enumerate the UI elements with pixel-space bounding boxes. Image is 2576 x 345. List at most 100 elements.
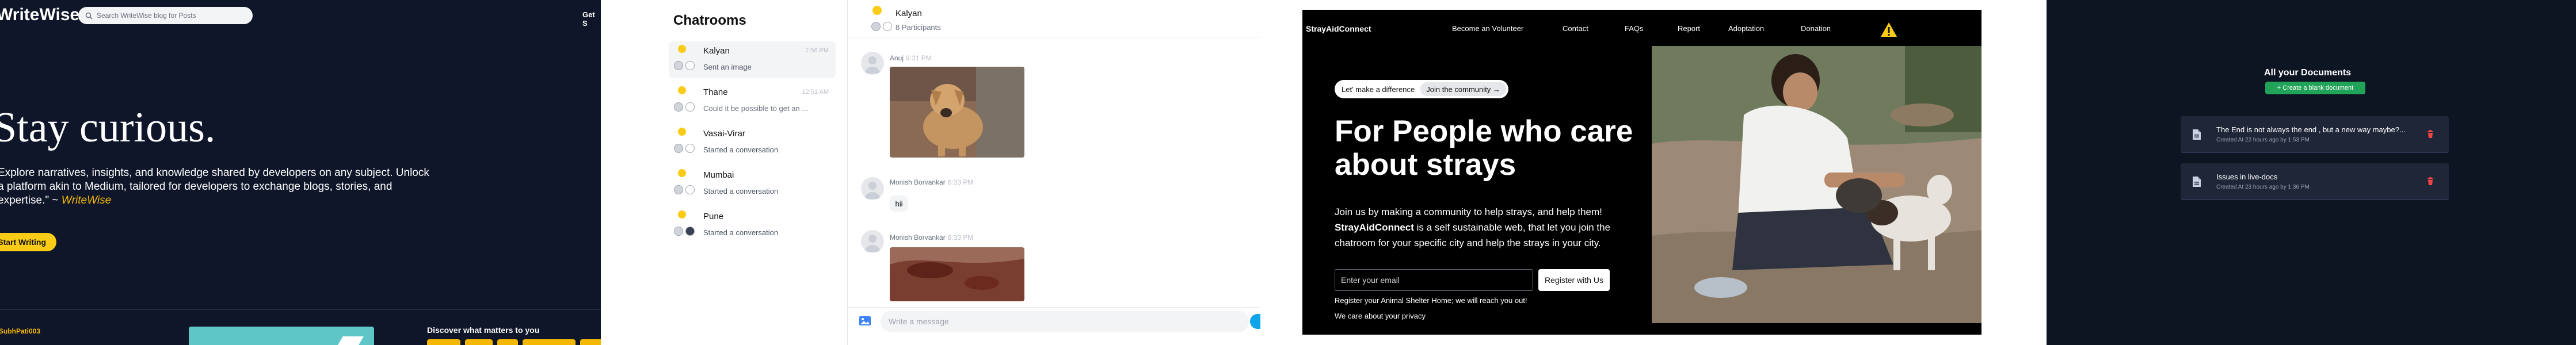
attach-image-icon[interactable]: [859, 315, 871, 327]
avatar: [674, 227, 683, 236]
room-name: Mumbai: [703, 170, 734, 180]
search-input[interactable]: Search WriteWise blog for Posts: [78, 7, 253, 24]
hero-headline: For People who care about strays: [1335, 114, 1633, 182]
screenshot-strip: WriteWise Search WriteWise blog for Post…: [0, 0, 2576, 345]
room-name: Kalyan: [703, 46, 730, 56]
participant-count[interactable]: 8 Participants: [895, 23, 941, 32]
room-item-mumbai[interactable]: Mumbai Started a conversation: [669, 166, 836, 202]
document-title: The End is not always the end , but a ne…: [2216, 125, 2406, 134]
room-preview: Started a conversation: [703, 228, 779, 237]
site-logo[interactable]: StrayAidConnect: [1306, 24, 1371, 33]
get-started-link[interactable]: Get S: [582, 10, 601, 28]
room-item-kalyan[interactable]: Kalyan 7:56 PM Sent an image: [669, 41, 836, 78]
avatar: [685, 185, 695, 194]
room-preview: Started a conversation: [703, 145, 779, 154]
topic-chip[interactable]: [465, 339, 493, 345]
delete-icon[interactable]: [2427, 177, 2434, 185]
strayaid-panel: StrayAidConnect Become an Volunteer Cont…: [1302, 0, 1981, 345]
document-icon: [2193, 177, 2201, 187]
topic-chip[interactable]: [523, 339, 576, 345]
email-field[interactable]: Enter your email: [1335, 269, 1533, 291]
hero-line-3-prefix: expertise." ~: [0, 194, 62, 206]
start-writing-button[interactable]: Start Writing: [0, 233, 56, 251]
message-time: 6:33 PM: [947, 233, 974, 241]
avatar: [871, 22, 881, 31]
chatrooms-title: Chatrooms: [673, 13, 746, 28]
create-document-button[interactable]: + Create a blank document: [2265, 82, 2365, 94]
documents-title: All your Documents: [2264, 68, 2352, 78]
avatar: [674, 144, 683, 153]
warning-icon[interactable]: [1880, 22, 1897, 38]
nav-report[interactable]: Report: [1678, 24, 1700, 33]
avatar: [685, 227, 695, 236]
post-author[interactable]: SubhPati003: [0, 327, 40, 335]
message-sender: Monish Borvankar 6:33 PM: [890, 178, 973, 186]
section-divider: [0, 309, 601, 310]
room-status-dot: [678, 210, 686, 218]
avatar: [861, 52, 884, 75]
nav-volunteer[interactable]: Become an Volunteer: [1452, 24, 1523, 33]
badge-label: Let' make a difference: [1342, 85, 1415, 94]
topic-chip[interactable]: [497, 339, 518, 345]
room-time: 12:51 AM: [802, 89, 829, 95]
room-item-vasai-virar[interactable]: Vasai-Virar Started a conversation: [669, 124, 836, 161]
room-item-pune[interactable]: Pune Started a conversation: [669, 207, 836, 244]
search-icon: [85, 12, 93, 20]
composer-divider: [848, 307, 1260, 308]
hero-title: Stay curious.: [0, 104, 216, 151]
hero-line-1: Explore narratives, insights, and knowle…: [0, 167, 429, 179]
message-sender: Monish Borvankar 6:33 PM: [890, 233, 973, 241]
shelter-register-note[interactable]: Register your Animal Shelter Home; we wi…: [1335, 296, 1527, 305]
sender-name: Monish Borvankar: [890, 233, 946, 241]
site-logo[interactable]: WriteWise: [0, 5, 79, 25]
room-time: 7:56 PM: [805, 47, 829, 54]
room-preview: Could it be possible to get an ...: [703, 104, 809, 113]
privacy-note[interactable]: We care about your privacy: [1335, 312, 1426, 320]
avatar: [685, 102, 695, 112]
room-status-dot: [678, 169, 686, 177]
hero-line-2: a platform akin to Medium, tailored for …: [0, 181, 393, 193]
document-item[interactable]: Issues in live-docs Created At 23 hours …: [2181, 163, 2449, 200]
document-meta: Created At 23 hours ago by 1:36 PM: [2216, 184, 2310, 190]
room-status-dot: [678, 86, 686, 94]
nav-adoptation[interactable]: Adoptation: [1728, 24, 1764, 33]
join-community-link[interactable]: Join the community →: [1420, 82, 1506, 96]
nav-faqs[interactable]: FAQs: [1625, 24, 1644, 33]
nav-contact[interactable]: Contact: [1563, 24, 1588, 33]
topic-chip[interactable]: [427, 339, 460, 345]
send-button[interactable]: [1250, 314, 1260, 329]
room-preview: Started a conversation: [703, 187, 779, 195]
topic-chip[interactable]: [580, 339, 601, 345]
message-bubble: hii: [890, 195, 908, 212]
hero-line-3: expertise." ~ WriteWise: [0, 194, 447, 208]
document-item[interactable]: The End is not always the end , but a ne…: [2181, 116, 2449, 153]
top-nav: WriteWise Search WriteWise blog for Post…: [0, 0, 601, 34]
documents-panel: All your Documents + Create a blank docu…: [2047, 0, 2576, 345]
hero-brand: WriteWise: [61, 194, 112, 206]
message-sender: Anuj 9:31 PM: [890, 54, 932, 62]
avatar: [674, 185, 683, 194]
avatar: [883, 22, 892, 31]
chat-header-name: Kalyan: [895, 9, 922, 18]
avatar: [674, 102, 683, 112]
room-status-dot: [872, 6, 882, 15]
hero-description-line: Join us by making a community to help st…: [1335, 206, 1602, 217]
room-name: Pune: [703, 212, 724, 221]
room-preview: Sent an image: [703, 63, 752, 71]
hero-description: Explore narratives, insights, and knowle…: [0, 166, 447, 208]
room-item-thane[interactable]: Thane 12:51 AM Could it be possible to g…: [669, 83, 836, 120]
sender-name: Anuj: [890, 54, 904, 62]
writewise-panel: WriteWise Search WriteWise blog for Post…: [0, 0, 601, 345]
chatrooms-panel: Chatrooms Kalyan 7:56 PM Sent an image T…: [660, 0, 1260, 345]
room-name: Vasai-Virar: [703, 129, 745, 139]
search-placeholder: Search WriteWise blog for Posts: [97, 12, 196, 20]
avatar: [674, 61, 683, 70]
nav-donation[interactable]: Donation: [1801, 24, 1831, 33]
message-image-dog[interactable]: [890, 67, 1024, 158]
message-input[interactable]: Write a message: [881, 310, 1249, 332]
delete-icon[interactable]: [2427, 130, 2434, 138]
register-button[interactable]: Register with Us: [1538, 269, 1610, 291]
message-image-injury[interactable]: [890, 247, 1024, 301]
top-nav: StrayAidConnect Become an Volunteer Cont…: [1302, 10, 1981, 44]
message-time: 9:31 PM: [906, 54, 932, 62]
